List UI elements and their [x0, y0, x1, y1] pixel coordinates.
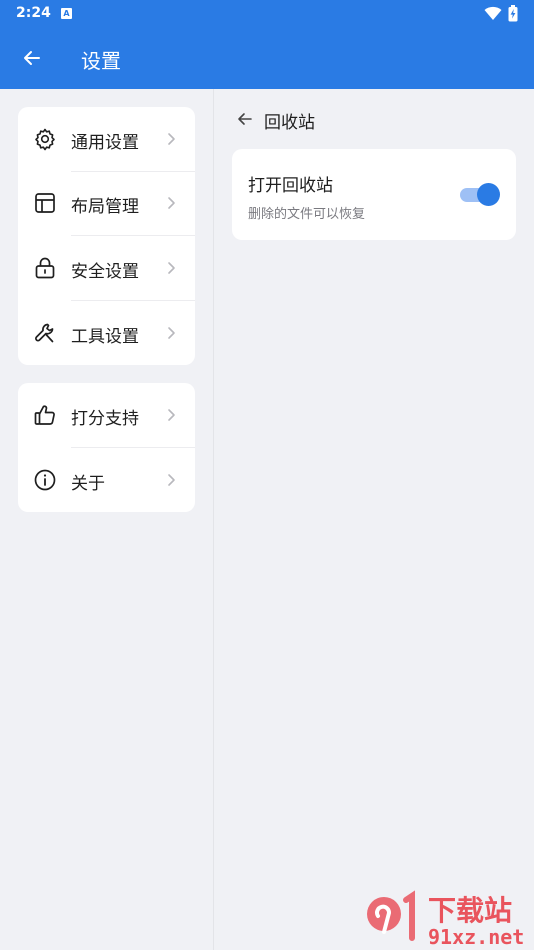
- battery-charging-icon: [508, 5, 518, 22]
- menu-item-label: 打分支持: [71, 409, 139, 429]
- menu-item-label: 布局管理: [71, 197, 139, 217]
- status-bar: 2:24 A: [0, 0, 534, 28]
- chevron-right-icon: [168, 133, 175, 145]
- menu-item-label: 通用设置: [71, 133, 139, 153]
- settings-menu-group-1: 通用设置 布局管理 安全设置 工具设置: [18, 107, 195, 365]
- setting-description: 删除的文件可以恢复: [248, 207, 366, 222]
- settings-menu-group-2: 打分支持 关于: [18, 383, 195, 512]
- chevron-right-icon: [168, 327, 175, 339]
- chevron-right-icon: [168, 474, 175, 486]
- page-title: 设置: [81, 49, 121, 73]
- detail-title: 回收站: [264, 113, 315, 133]
- menu-item-security-settings[interactable]: 安全设置: [18, 236, 195, 300]
- chevron-right-icon: [168, 409, 175, 421]
- back-arrow-icon[interactable]: [20, 46, 44, 70]
- wifi-icon: [484, 6, 502, 20]
- notification-icon: A: [61, 8, 72, 19]
- menu-item-label: 安全设置: [71, 262, 139, 282]
- chevron-right-icon: [168, 262, 175, 274]
- pane-divider: [213, 89, 214, 950]
- chevron-right-icon: [168, 197, 175, 209]
- back-arrow-icon[interactable]: [236, 110, 254, 128]
- recycle-bin-setting-card[interactable]: 打开回收站 删除的文件可以恢复: [232, 149, 516, 240]
- setting-title: 打开回收站: [248, 176, 333, 196]
- status-time: 2:24: [16, 5, 51, 21]
- menu-item-general-settings[interactable]: 通用设置: [18, 107, 195, 171]
- info-icon: [34, 469, 56, 491]
- menu-item-label: 关于: [71, 474, 105, 494]
- menu-item-label: 工具设置: [71, 327, 139, 347]
- app-bar: 2:24 A 设置: [0, 0, 534, 89]
- menu-item-layout-management[interactable]: 布局管理: [18, 171, 195, 235]
- watermark-domain: 91xz.net: [428, 925, 524, 949]
- menu-item-about[interactable]: 关于: [18, 448, 195, 512]
- toggle-knob: [477, 183, 500, 206]
- gear-icon: [35, 128, 55, 151]
- menu-item-rating-support[interactable]: 打分支持: [18, 383, 195, 447]
- thumbs-up-icon: [34, 405, 55, 425]
- watermark-logo-text: 下载站: [428, 894, 512, 927]
- wrench-icon: [35, 323, 54, 343]
- menu-item-tool-settings[interactable]: 工具设置: [18, 301, 195, 365]
- site-watermark-logo: 下载站 91xz.net: [367, 890, 524, 949]
- layout-icon: [35, 193, 55, 213]
- lock-icon: [35, 257, 55, 279]
- recycle-bin-toggle[interactable]: [460, 183, 500, 207]
